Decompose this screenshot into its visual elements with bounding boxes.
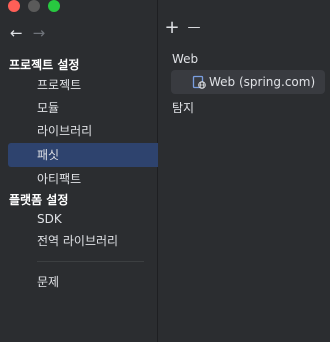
- add-icon[interactable]: +: [164, 18, 180, 38]
- platform-settings-header: 플랫폼 설정: [9, 193, 69, 207]
- close-button[interactable]: [8, 0, 20, 12]
- facets-toolbar: + —: [164, 18, 202, 38]
- arrow-left-icon[interactable]: ←: [10, 25, 23, 41]
- facet-group-detection[interactable]: 탐지: [172, 99, 194, 117]
- window-controls: [8, 0, 60, 12]
- sidebar: ← → 프로젝트 설정 프로젝트 모듈 라이브러리 패싯 아티팩트 플랫폼 설정…: [0, 0, 177, 342]
- facet-item-label: Web (spring.com): [209, 75, 316, 89]
- sidebar-item-facets[interactable]: 패싯: [8, 143, 177, 167]
- arrow-right-icon[interactable]: →: [33, 25, 46, 41]
- facet-item-web-spring[interactable]: Web (spring.com): [171, 70, 325, 94]
- facets-panel: + — Web Web (spring.com) 탐지: [158, 0, 330, 342]
- project-settings-header: 프로젝트 설정: [9, 58, 80, 72]
- remove-icon[interactable]: —: [186, 18, 202, 38]
- navigation: ← →: [10, 25, 45, 41]
- minimize-button[interactable]: [28, 0, 40, 12]
- facet-group-web[interactable]: Web: [172, 50, 198, 68]
- sidebar-divider: [37, 261, 144, 262]
- web-facet-icon: [192, 75, 206, 89]
- zoom-button[interactable]: [48, 0, 60, 12]
